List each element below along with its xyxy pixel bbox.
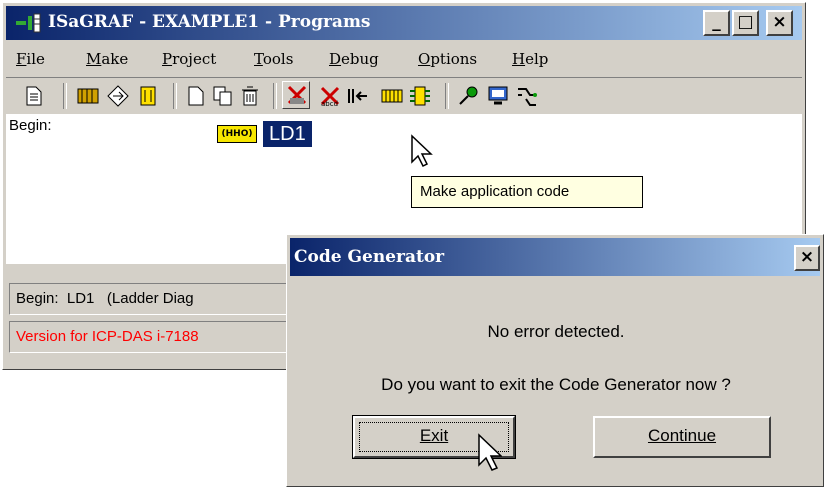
document-icon[interactable]	[25, 86, 43, 106]
link-setup-icon[interactable]	[457, 85, 481, 107]
menu-help[interactable]: Help	[512, 50, 548, 68]
new-file-icon[interactable]	[187, 86, 205, 106]
delete-icon[interactable]	[241, 86, 259, 106]
variables-icon[interactable]	[137, 85, 159, 107]
program-item-ld1[interactable]: LD1	[263, 121, 312, 147]
menu-make[interactable]: Make	[86, 50, 128, 68]
svg-text:abcd: abcd	[321, 100, 338, 107]
mouse-cursor-icon	[478, 433, 502, 471]
title-bar[interactable]: ISaGRAF - EXAMPLE1 - Programs _ □ ×	[6, 6, 802, 40]
dialog-message-status: No error detected.	[487, 322, 625, 341]
menu-options[interactable]: Options	[418, 50, 477, 68]
section-label: Begin:	[9, 117, 52, 134]
exit-button-label: Exit	[419, 426, 449, 445]
maximize-button[interactable]: □	[732, 10, 759, 36]
ladder-program-icon: (HHO)	[217, 125, 257, 143]
make-application-icon	[287, 85, 307, 105]
copy-icon[interactable]	[213, 86, 233, 106]
libraries-icon[interactable]	[381, 87, 403, 105]
code-generator-dialog: Code Generator × No error detected. Do y…	[286, 234, 824, 487]
touch-icon[interactable]	[347, 86, 369, 106]
toolbar-separator	[63, 83, 67, 109]
toolbar-separator	[273, 83, 277, 109]
make-application-button[interactable]	[282, 81, 310, 109]
io-connection-icon[interactable]	[107, 85, 129, 107]
minimize-button[interactable]: _	[703, 10, 730, 36]
dialog-message-question: Do you want to exit the Code Generator n…	[381, 375, 731, 394]
menu-tools[interactable]: Tools	[254, 50, 293, 68]
dialog-close-button[interactable]: ×	[794, 245, 820, 271]
monitor-icon[interactable]	[487, 85, 509, 107]
tooltip: Make application code	[411, 176, 643, 208]
toolbar-separator	[173, 83, 177, 109]
debug-icon[interactable]	[515, 85, 539, 107]
menu-file[interactable]: File	[16, 50, 45, 68]
dialog-title-bar[interactable]: Code Generator	[290, 238, 820, 276]
continue-button[interactable]: Continue	[593, 416, 771, 458]
io-module-icon[interactable]	[409, 85, 431, 107]
verify-icon[interactable]: abcd	[319, 85, 341, 107]
dictionary-icon[interactable]	[77, 87, 99, 105]
mouse-cursor-icon	[411, 134, 433, 168]
isagraf-app-icon	[16, 13, 41, 33]
continue-button-label: Continue	[647, 426, 717, 445]
menu-bar: File Make Project Tools Debug Options He…	[6, 43, 802, 73]
menu-project[interactable]: Project	[162, 50, 216, 68]
close-button[interactable]: ×	[766, 10, 793, 36]
window-title: ISaGRAF - EXAMPLE1 - Programs	[48, 12, 371, 32]
menu-debug[interactable]: Debug	[329, 50, 379, 68]
toolbar-separator	[445, 83, 449, 109]
dialog-title: Code Generator	[294, 247, 445, 267]
